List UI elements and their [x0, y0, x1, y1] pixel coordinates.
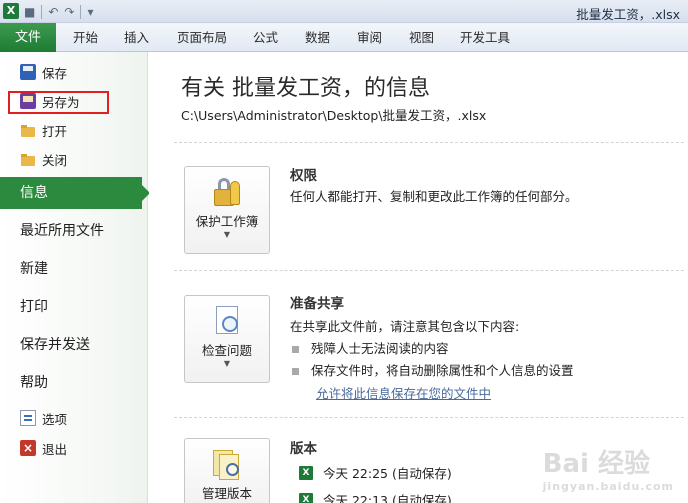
ribbon-tab-bar: 文件 开始 插入 页面布局 公式 数据 审阅 视图 开发工具	[0, 23, 688, 52]
save-icon	[20, 64, 36, 80]
nav-exit[interactable]: × 退出	[20, 437, 67, 459]
tab-file[interactable]: 文件	[0, 23, 56, 52]
chevron-down-icon: ▼	[223, 230, 231, 239]
check-issues-button[interactable]: 检查问题 ▼	[184, 295, 270, 383]
bullet-marker	[292, 346, 299, 353]
inspect-document-icon	[210, 304, 244, 338]
nav-close[interactable]: 关闭	[20, 148, 67, 170]
redo-icon[interactable]: ↷	[64, 5, 74, 19]
title-bar: X ■ ↶ ↷ ▾ 批量发工资，.xlsx	[0, 0, 688, 23]
lock-icon	[210, 175, 244, 209]
nav-save[interactable]: 保存	[20, 61, 67, 83]
tab-page-layout[interactable]: 页面布局	[177, 23, 227, 52]
prepare-heading: 准备共享	[290, 296, 344, 312]
page-title: 有关 批量发工资，的信息	[181, 76, 430, 101]
tab-home[interactable]: 开始	[73, 23, 98, 52]
save-as-highlight-box	[8, 91, 109, 114]
nav-new[interactable]: 新建	[0, 253, 148, 285]
nav-options-label: 选项	[42, 411, 68, 427]
tab-insert[interactable]: 插入	[124, 23, 149, 52]
prepare-text: 在共享此文件前，请注意其包含以下内容:	[290, 319, 520, 334]
excel-file-icon: X	[299, 492, 313, 503]
protect-workbook-label: 保护工作簿	[195, 214, 259, 229]
protect-workbook-button[interactable]: 保护工作簿 ▼	[184, 166, 270, 254]
nav-open-label: 打开	[42, 123, 68, 139]
manage-versions-button[interactable]: 管理版本	[184, 438, 270, 503]
nav-close-label: 关闭	[42, 152, 68, 168]
prepare-bullet: 保存文件时，将自动删除属性和个人信息的设置	[292, 360, 574, 379]
section-divider	[174, 270, 684, 271]
section-divider	[174, 417, 684, 418]
nav-save-label: 保存	[42, 65, 68, 81]
excel-window: X ■ ↶ ↷ ▾ 批量发工资，.xlsx 文件 开始 插入 页面布局 公式 数…	[0, 0, 688, 503]
prepare-bullet: 残障人士无法阅读的内容	[292, 338, 449, 357]
nav-info[interactable]: 信息	[0, 177, 150, 209]
undo-icon[interactable]: ↶	[48, 5, 58, 19]
excel-file-icon: X	[299, 465, 313, 480]
versions-icon	[210, 447, 244, 481]
tab-formulas[interactable]: 公式	[253, 23, 278, 52]
options-icon	[20, 410, 36, 426]
file-path: C:\Users\Administrator\Desktop\批量发工资，.xl…	[181, 108, 487, 123]
nav-exit-label: 退出	[42, 441, 68, 457]
permissions-text: 任何人都能打开、复制和更改此工作簿的任何部分。	[290, 189, 578, 204]
check-issues-label: 检查问题	[201, 343, 252, 358]
nav-help[interactable]: 帮助	[0, 367, 148, 399]
manage-versions-label: 管理版本	[201, 486, 252, 501]
customize-qat-icon[interactable]: ▾	[87, 5, 93, 19]
qat-separator	[41, 4, 43, 19]
nav-print[interactable]: 打印	[0, 291, 148, 323]
window-title: 批量发工资，.xlsx	[576, 7, 680, 22]
close-folder-icon	[20, 151, 36, 167]
watermark-sub: jingyan.baidu.com	[542, 480, 674, 493]
quick-access-toolbar: ■ ↶ ↷ ▾	[24, 3, 94, 20]
tab-view[interactable]: 视图	[409, 23, 434, 52]
permissions-heading: 权限	[290, 168, 317, 184]
nav-save-send[interactable]: 保存并发送	[0, 329, 148, 361]
open-folder-icon	[20, 122, 36, 138]
chevron-down-icon: ▼	[223, 359, 231, 368]
nav-options[interactable]: 选项	[20, 407, 67, 429]
info-panel: 有关 批量发工资，的信息 C:\Users\Administrator\Desk…	[149, 52, 688, 503]
backstage-nav: 保存 另存为 打开 关闭 信息 最近所用文件 新建 打印 保存并发送 帮助 选项…	[0, 52, 150, 503]
version-row[interactable]: X 今天 22:13 (自动保存)	[299, 490, 452, 503]
prepare-bullet-text: 残障人士无法阅读的内容	[311, 341, 449, 356]
baidu-watermark: Bai 经验 jingyan.baidu.com	[543, 443, 674, 493]
tab-data[interactable]: 数据	[305, 23, 330, 52]
versions-heading: 版本	[290, 441, 317, 457]
bullet-marker	[292, 368, 299, 375]
save-icon[interactable]: ■	[24, 5, 35, 19]
version-row-text: 今天 22:13 (自动保存)	[323, 493, 452, 503]
version-row[interactable]: X 今天 22:25 (自动保存)	[299, 463, 452, 482]
nav-recent[interactable]: 最近所用文件	[0, 215, 148, 247]
nav-open[interactable]: 打开	[20, 119, 67, 141]
section-divider	[174, 142, 684, 143]
qat-separator	[80, 4, 82, 19]
excel-app-icon[interactable]: X	[3, 3, 19, 19]
watermark-main: Bai 经验	[542, 449, 650, 479]
exit-icon: ×	[20, 440, 36, 456]
tab-developer[interactable]: 开发工具	[460, 23, 510, 52]
version-row-text: 今天 22:25 (自动保存)	[323, 466, 452, 481]
tab-review[interactable]: 审阅	[357, 23, 382, 52]
allow-save-info-link[interactable]: 允许将此信息保存在您的文件中	[316, 383, 491, 402]
prepare-bullet-text: 保存文件时，将自动删除属性和个人信息的设置	[311, 363, 574, 378]
